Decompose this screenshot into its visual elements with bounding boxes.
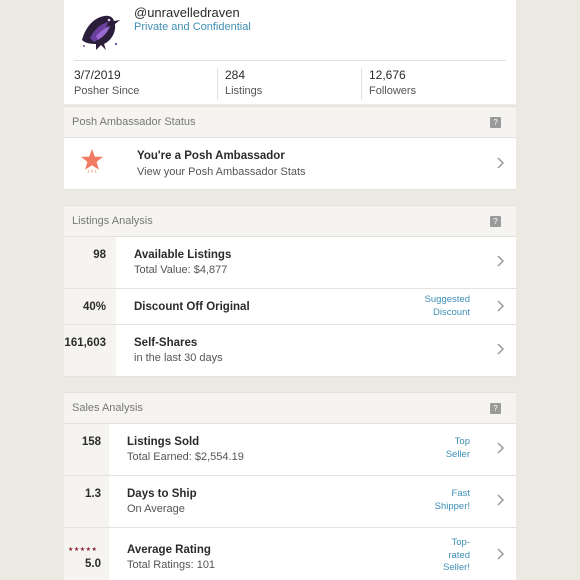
stat-posher-since: 3/7/2019 Posher Since [74,68,139,100]
stat-followers[interactable]: 12,676 Followers [369,68,416,100]
badge-line: Seller [445,448,470,460]
ambassador-section-header: Posh Ambassador Status ? [64,106,516,138]
badge-line: Top [454,436,470,447]
value-cell: 98 [64,237,116,288]
divider [361,68,362,100]
row-subtitle: Total Ratings: 101 [127,559,216,571]
ambassador-subtitle: View your Posh Ambassador Stats [137,166,306,178]
help-icon[interactable]: ? [490,216,501,227]
stat-value: 3/7/2019 [74,68,121,82]
section-title: Listings Analysis [72,215,153,227]
chevron-right-icon [496,157,505,169]
badge-line: Suggested [424,294,470,305]
row-subtitle: On Average [127,503,185,515]
chevron-right-icon [496,442,505,454]
row-title: Average Rating [127,544,211,556]
row-title: Discount Off Original [134,301,250,313]
fast-shipper-badge[interactable]: Fast Shipper! [435,488,470,513]
username[interactable]: @unravelledraven [134,5,240,20]
profile-card: @unravelledraven Private and Confidentia… [64,0,516,104]
suggested-discount-badge[interactable]: Suggested Discount [425,294,470,319]
stat-value: 12,676 [369,68,406,82]
value-cell: 1.3 [64,476,109,527]
badge-line: Shipper! [434,500,470,512]
help-icon[interactable]: ? [490,403,501,414]
chevron-right-icon [496,548,505,560]
listings-sold-row[interactable]: 158 Listings Sold Total Earned: $2,554.1… [64,424,516,476]
row-title: Listings Sold [127,436,200,448]
value-cell: 161,603 [64,325,116,376]
badge-line: Fast [451,488,470,499]
ambassador-star-icon [80,148,104,179]
help-icon[interactable]: ? [490,117,501,128]
available-listings-row[interactable]: 98 Available Listings Total Value: $4,87… [64,237,516,289]
ship-days: 1.3 [85,488,101,500]
self-share-count: 161,603 [64,337,106,349]
divider [74,60,506,61]
posh-stats-page: @unravelledraven Private and Confidentia… [64,0,516,580]
stat-listings[interactable]: 284 Listings [225,68,262,100]
sales-section-header: Sales Analysis ? [64,392,516,424]
average-rating-row[interactable]: ★★★★★ 5.0 Average Rating Total Ratings: … [64,528,516,580]
badge-line: Discount [433,306,470,318]
stat-value: 284 [225,68,246,82]
section-title: Posh Ambassador Status [72,116,196,128]
rating-value: 5.0 [85,558,101,570]
row-title: Self-Shares [134,337,198,349]
badge-line: Seller! [443,562,470,573]
avatar[interactable] [76,6,122,52]
rating-stars-icon: ★★★★★ [68,547,98,553]
privacy-note[interactable]: Private and Confidential [134,21,251,33]
self-shares-row[interactable]: 161,603 Self-Shares in the last 30 days [64,325,516,377]
stat-label: Posher Since [74,85,140,97]
stat-label: Listings [225,85,263,97]
value-cell: ★★★★★ 5.0 [64,528,109,580]
chevron-right-icon [496,494,505,506]
divider [217,68,218,100]
row-title: Days to Ship [127,488,197,500]
row-title: Available Listings [134,249,232,261]
sold-count: 158 [81,436,101,448]
top-seller-badge[interactable]: Top Seller [446,436,470,461]
top-rated-seller-badge[interactable]: Top- rated Seller! [443,537,470,575]
days-to-ship-row[interactable]: 1.3 Days to Ship On Average Fast Shipper… [64,476,516,528]
row-subtitle: Total Value: $4,877 [134,264,228,276]
badge-line: Top- [451,537,470,548]
chevron-right-icon [496,255,505,267]
row-subtitle: in the last 30 days [134,352,223,364]
row-subtitle: Total Earned: $2,554.19 [127,451,244,463]
chevron-right-icon [496,343,505,355]
badge-line: rated [448,549,470,561]
section-title: Sales Analysis [72,402,143,414]
chevron-right-icon [496,300,505,312]
discount-percent: 40% [82,301,106,313]
ambassador-row[interactable]: You're a Posh Ambassador View your Posh … [64,138,516,190]
ambassador-title: You're a Posh Ambassador [137,150,285,162]
discount-row[interactable]: 40% Discount Off Original Suggested Disc… [64,289,516,325]
listings-section-header: Listings Analysis ? [64,205,516,237]
value-cell: 40% [64,289,116,324]
value-cell: 158 [64,424,109,475]
stat-label: Followers [369,85,417,97]
listing-count: 98 [93,249,106,261]
